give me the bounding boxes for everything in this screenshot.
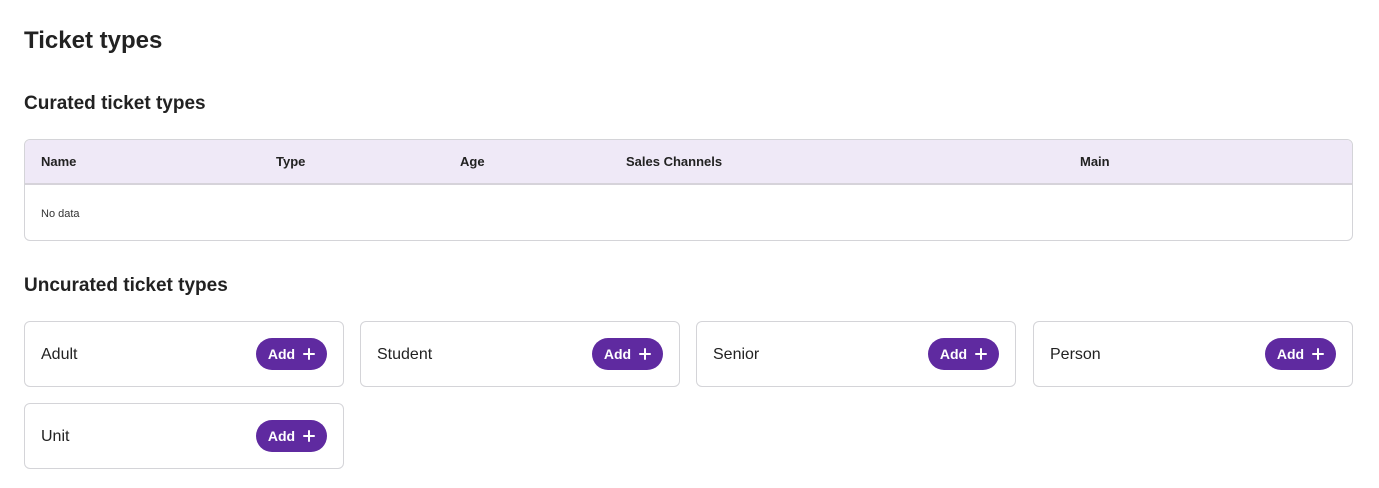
uncurated-section-title: Uncurated ticket types (24, 275, 228, 296)
plus-icon (1312, 348, 1325, 360)
plus-icon (303, 348, 316, 360)
ticket-type-label: Adult (41, 346, 78, 363)
page-title: Ticket types (24, 27, 163, 54)
plus-icon (975, 348, 988, 360)
table-header: Name Type Age Sales Channels Main (25, 140, 1352, 185)
add-student-button[interactable]: Add (592, 338, 663, 370)
plus-icon (639, 348, 652, 360)
curated-section-title: Curated ticket types (24, 93, 206, 114)
ticket-type-card-student: Student Add (360, 321, 680, 387)
ticket-type-card-adult: Adult Add (24, 321, 344, 387)
ticket-type-label: Person (1050, 346, 1101, 363)
curated-ticket-types-table: Name Type Age Sales Channels Main No dat… (24, 139, 1353, 241)
ticket-type-label: Senior (713, 346, 760, 363)
ticket-type-label: Student (377, 346, 433, 363)
add-senior-button[interactable]: Add (928, 338, 999, 370)
add-person-button[interactable]: Add (1265, 338, 1336, 370)
column-header-age[interactable]: Age (460, 154, 485, 170)
column-header-sales-channels[interactable]: Sales Channels (626, 154, 722, 170)
plus-icon (303, 430, 316, 442)
add-button-label: Add (939, 346, 968, 362)
column-header-name[interactable]: Name (41, 154, 76, 170)
add-button-label: Add (267, 346, 296, 362)
add-unit-button[interactable]: Add (256, 420, 327, 452)
ticket-type-label: Unit (41, 428, 70, 445)
ticket-types-page: Ticket types Curated ticket types Name T… (0, 0, 1379, 488)
ticket-type-card-person: Person Add (1033, 321, 1353, 387)
column-header-main[interactable]: Main (1080, 154, 1110, 170)
add-button-label: Add (603, 346, 632, 362)
add-button-label: Add (1276, 346, 1305, 362)
column-header-type[interactable]: Type (276, 154, 305, 170)
ticket-type-card-senior: Senior Add (696, 321, 1016, 387)
add-button-label: Add (267, 428, 296, 444)
ticket-type-card-unit: Unit Add (24, 403, 344, 469)
empty-state-text: No data (41, 208, 80, 220)
add-adult-button[interactable]: Add (256, 338, 327, 370)
